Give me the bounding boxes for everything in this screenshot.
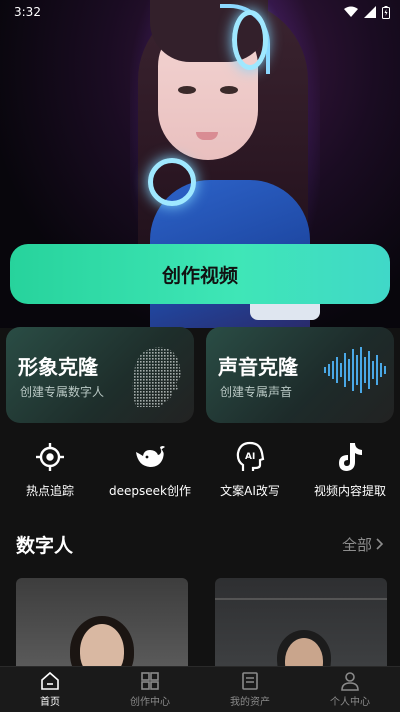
tab-creation-center[interactable]: 创作中心 [100,667,200,712]
tool-deepseek[interactable]: deepseek创作 [100,440,200,510]
tools-row: 热点追踪 deepseek创作 AI 文案AI改写 视频内容提取 [0,440,400,510]
crosshair-icon [33,440,67,474]
tool-video-extract-label: 视频内容提取 [313,484,386,498]
svg-text:AI: AI [245,452,255,462]
tool-hot-tracking[interactable]: 热点追踪 [0,440,100,510]
tab-my-assets-label: 我的资产 [230,697,270,708]
thumb-face [80,624,124,670]
signal-icon [364,6,376,18]
status-time: 3:32 [14,5,41,19]
status-icons [344,5,390,19]
soundwave-icon [324,347,386,393]
image-clone-title: 形象克隆 [18,355,98,379]
grid-icon [141,672,159,690]
digital-human-title: 数字人 [16,534,74,557]
bottom-tab-bar: 首页 创作中心 我的资产 个人中心 [0,666,400,712]
tab-profile[interactable]: 个人中心 [300,667,400,712]
battery-icon [382,5,390,19]
voice-clone-subtitle: 创建专属声音 [220,385,293,399]
voice-clone-card[interactable]: 声音克隆 创建专属声音 [206,327,394,423]
create-video-label: 创作视频 [161,264,238,287]
headphone-left [148,158,196,206]
status-bar: 3:32 [0,0,400,24]
tool-ai-rewrite-label: 文案AI改写 [220,484,280,498]
create-video-button[interactable]: 创作视频 [10,244,390,304]
image-clone-subtitle: 创建专属数字人 [20,385,105,399]
hero-eye-right [220,86,238,94]
tool-ai-rewrite[interactable]: AI 文案AI改写 [200,440,300,510]
digital-human-thumb[interactable] [215,578,387,670]
tab-creation-center-label: 创作中心 [130,697,170,708]
tab-home-label: 首页 [40,697,60,708]
home-icon [41,671,59,690]
whale-icon [133,440,167,474]
image-clone-card[interactable]: 形象克隆 创建专属数字人 [6,327,194,423]
tool-hot-tracking-label: 热点追踪 [25,484,74,498]
voice-clone-title: 声音克隆 [218,355,298,379]
chevron-right-icon [376,538,384,550]
see-all-link[interactable]: 全部 [342,534,384,555]
tool-video-extract[interactable]: 视频内容提取 [300,440,400,510]
ai-head-icon: AI [233,440,267,474]
user-icon [341,672,359,691]
assets-icon [242,672,258,690]
digital-human-thumb[interactable] [16,578,188,670]
tab-my-assets[interactable]: 我的资产 [200,667,300,712]
tab-profile-label: 个人中心 [330,697,370,708]
tab-home[interactable]: 首页 [0,667,100,712]
wifi-icon [344,6,358,17]
see-all-label: 全部 [341,535,372,554]
tiktok-icon [333,440,367,474]
digital-head-icon [132,347,181,407]
digital-human-header: 数字人 全部 [16,530,384,558]
tool-deepseek-label: deepseek创作 [109,484,191,498]
thumb-shelf [215,598,387,600]
hero-eye-left [178,86,196,94]
